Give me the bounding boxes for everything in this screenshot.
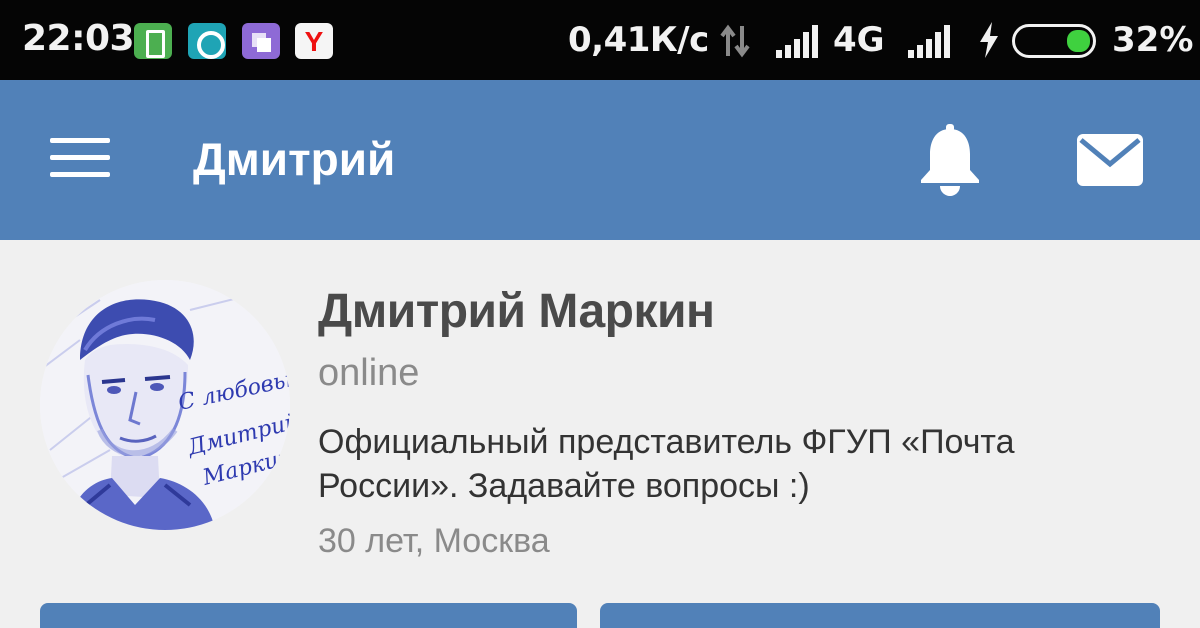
- teal-app-icon: [188, 23, 226, 59]
- battery-level: [1067, 30, 1090, 52]
- status-time: 22:03: [22, 18, 135, 59]
- online-status: online: [318, 352, 420, 394]
- purple-app-icon: [242, 23, 280, 59]
- profile-age-location: 30 лет, Москва: [318, 522, 550, 560]
- network-type: 4G: [833, 20, 885, 60]
- menu-icon[interactable]: [50, 135, 110, 181]
- signal-strength-icon-sim2: [908, 25, 950, 58]
- battery-icon: [1012, 24, 1096, 58]
- notifications-bell-icon[interactable]: [918, 124, 982, 196]
- app-bar: Дмитрий: [0, 80, 1200, 240]
- messages-mail-icon[interactable]: [1075, 132, 1145, 188]
- status-bar: 22:03 Y 0,41К/с 4G 32%: [0, 0, 1200, 80]
- avatar-portrait: С любовью, Дмитрий Маркин: [40, 280, 290, 530]
- profile-action-button-left[interactable]: [40, 603, 577, 628]
- signal-strength-icon: [776, 25, 818, 58]
- profile-bio: Официальный представитель ФГУП «Почта Ро…: [318, 423, 1015, 505]
- charging-icon: [980, 22, 998, 58]
- yandex-browser-icon: Y: [295, 23, 333, 59]
- data-transfer-icon: [720, 24, 750, 58]
- yandex-letter: Y: [304, 26, 324, 57]
- battery-percent: 32%: [1112, 20, 1194, 60]
- battery-app-icon: [134, 23, 172, 59]
- profile-header: С любовью, Дмитрий Маркин Дмитрий Маркин…: [0, 240, 1200, 628]
- page-title: Дмитрий: [193, 133, 396, 185]
- profile-action-button-right[interactable]: [600, 603, 1160, 628]
- avatar[interactable]: С любовью, Дмитрий Маркин: [40, 280, 290, 530]
- profile-name: Дмитрий Маркин: [318, 285, 715, 338]
- network-speed: 0,41К/с: [568, 20, 709, 60]
